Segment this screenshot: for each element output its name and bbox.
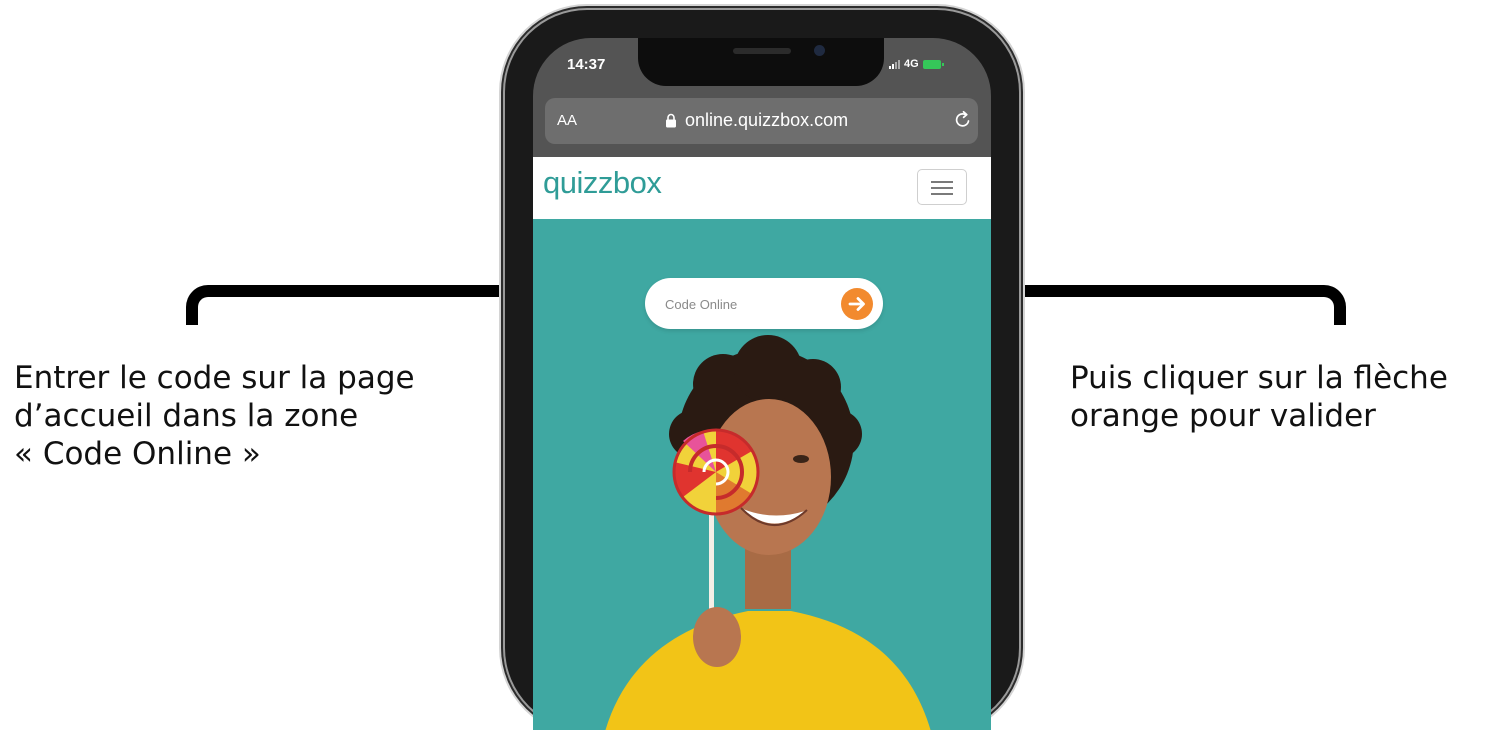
status-indicators: 4G xyxy=(889,58,944,70)
hamburger-menu-button[interactable] xyxy=(917,169,967,205)
annotation-left-line: « Code Online » xyxy=(14,436,261,472)
reload-icon[interactable] xyxy=(953,110,973,130)
annotation-right-line: orange pour valider xyxy=(1070,398,1376,434)
phone-volume-down-button xyxy=(499,303,504,375)
front-camera-icon xyxy=(814,45,825,56)
annotation-left-line: d’accueil dans la zone xyxy=(14,398,359,434)
lock-icon xyxy=(666,113,676,128)
site-logo[interactable]: quizzbox xyxy=(543,165,662,201)
url-text[interactable]: online.quizzbox.com xyxy=(685,110,848,131)
phone-frame: 14:37 4G AA online.quizzbox.com quizzbox xyxy=(505,10,1019,730)
annotation-left: Entrer le code sur la page d’accueil dan… xyxy=(14,359,415,473)
network-label: 4G xyxy=(904,58,919,70)
signal-icon xyxy=(889,59,900,69)
phone-notch xyxy=(638,38,884,86)
phone-screen: 14:37 4G AA online.quizzbox.com quizzbox xyxy=(533,38,991,730)
arrow-right-icon xyxy=(848,297,865,311)
annotation-left-line: Entrer le code sur la page xyxy=(14,360,415,396)
site-header: quizzbox xyxy=(533,157,991,219)
annotation-right-line: Puis cliquer sur la flèche xyxy=(1070,360,1448,396)
code-online-field xyxy=(645,278,883,329)
speaker-grille xyxy=(733,48,791,54)
battery-icon xyxy=(922,59,944,69)
hero-section xyxy=(533,219,991,730)
code-online-input[interactable] xyxy=(663,288,827,320)
text-size-button[interactable]: AA xyxy=(557,112,577,129)
phone-power-button xyxy=(1020,240,1025,350)
submit-code-button[interactable] xyxy=(841,288,873,320)
status-time: 14:37 xyxy=(567,56,606,73)
phone-volume-up-button xyxy=(499,215,504,287)
hamburger-menu-icon xyxy=(931,181,953,183)
browser-address-bar[interactable]: AA online.quizzbox.com xyxy=(545,98,978,144)
annotation-right: Puis cliquer sur la flèche orange pour v… xyxy=(1070,359,1448,435)
phone-mute-switch xyxy=(499,145,504,185)
